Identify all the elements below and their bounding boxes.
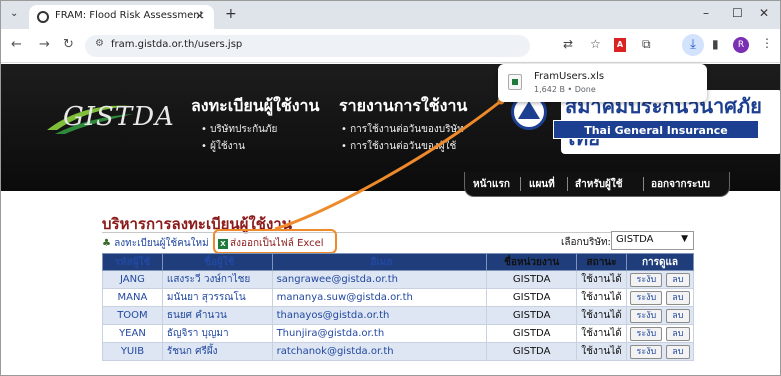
- download-status: 1,642 B • Done: [534, 85, 596, 94]
- callout-arrow: [274, 97, 505, 231]
- excel-file-icon: [508, 74, 522, 90]
- download-filename[interactable]: FramUsers.xls: [534, 71, 604, 82]
- download-popup[interactable]: FramUsers.xls 1,642 B • Done: [498, 64, 707, 102]
- browser-window: ⌄ FRAM: Flood Risk Assessment × + – ☐ ✕ …: [0, 0, 781, 376]
